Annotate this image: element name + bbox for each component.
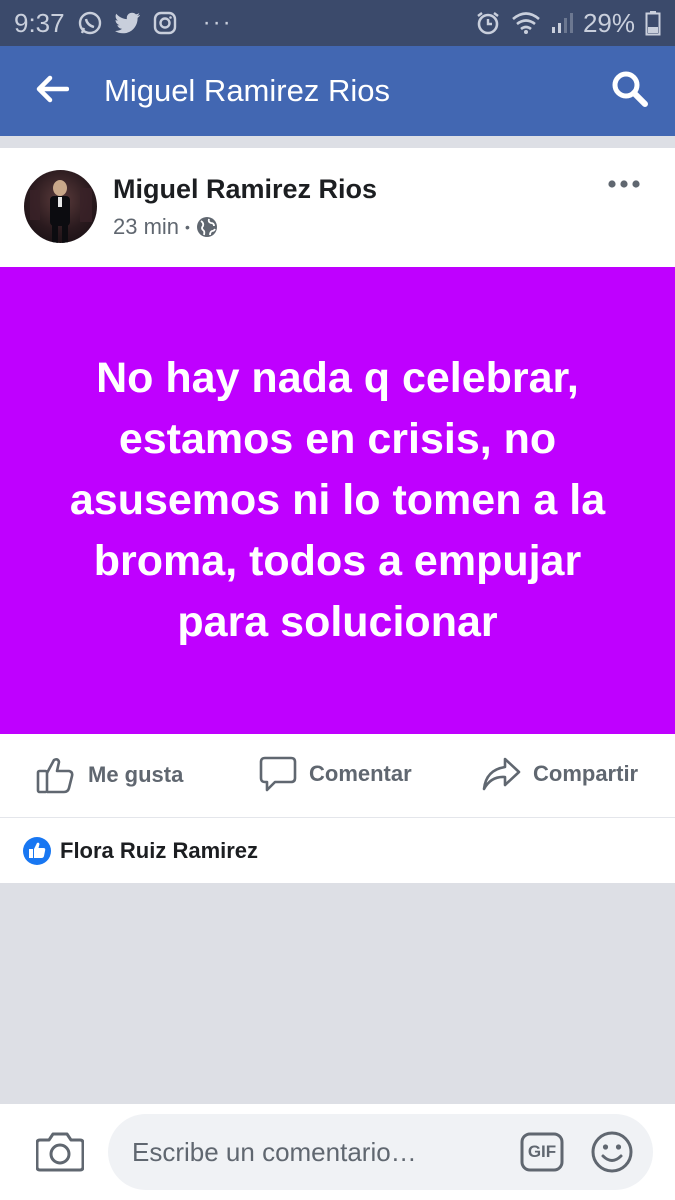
back-arrow-icon — [35, 75, 70, 108]
more-dots-icon — [607, 179, 641, 196]
author-name[interactable]: Miguel Ramirez Rios — [113, 174, 377, 205]
status-time: 9:37 — [14, 7, 65, 38]
app-bar: Miguel Ramirez Rios — [0, 46, 675, 136]
search-button[interactable] — [585, 46, 675, 136]
like-button[interactable]: Me gusta — [36, 756, 183, 794]
alarm-icon — [475, 10, 501, 36]
camera-button[interactable] — [36, 1130, 84, 1177]
share-button[interactable]: Compartir — [481, 756, 638, 792]
post-header: Miguel Ramirez Rios 23 min • — [0, 148, 675, 266]
emoji-icon — [590, 1130, 634, 1174]
gif-icon: GIF — [520, 1132, 564, 1172]
battery-percent: 29% — [582, 7, 635, 38]
whatsapp-icon — [77, 10, 103, 36]
more-options-button[interactable] — [607, 176, 641, 192]
post-text: No hay nada q celebrar, estamos en crisi… — [69, 354, 606, 646]
post-card: Miguel Ramirez Rios 23 min • No hay nada… — [0, 148, 675, 883]
post-actions: Me gusta Comentar Compartir — [0, 734, 675, 818]
back-button[interactable] — [0, 46, 104, 136]
share-label: Compartir — [533, 761, 639, 786]
meta-separator: • — [185, 219, 190, 235]
signal-icon — [551, 12, 573, 34]
like-label: Me gusta — [88, 762, 184, 787]
battery-icon — [645, 10, 661, 36]
comment-input-box[interactable]: GIF — [108, 1114, 653, 1190]
camera-icon — [36, 1130, 84, 1172]
globe-icon — [196, 216, 218, 238]
comment-input[interactable] — [132, 1136, 502, 1168]
status-bar: 9:37 ··· 29% — [0, 0, 675, 46]
comment-label: Comentar — [309, 761, 412, 786]
search-icon — [610, 69, 650, 114]
post-time[interactable]: 23 min — [113, 214, 179, 240]
thumbs-up-icon — [36, 756, 76, 794]
gif-label: GIF — [527, 1142, 557, 1161]
emoji-button[interactable] — [590, 1130, 634, 1179]
share-icon — [481, 756, 521, 792]
post-body: No hay nada q celebrar, estamos en crisi… — [0, 267, 675, 734]
status-more-dots: ··· — [202, 9, 233, 36]
comment-composer: GIF — [0, 1104, 675, 1200]
comment-icon — [259, 756, 297, 792]
twitter-icon — [114, 12, 141, 34]
reactions-row[interactable]: Flora Ruiz Ramirez — [0, 819, 675, 883]
gif-button[interactable]: GIF — [520, 1132, 564, 1177]
avatar[interactable] — [24, 170, 97, 243]
page-title: Miguel Ramirez Rios — [104, 73, 390, 108]
wifi-icon — [511, 11, 541, 35]
instagram-icon — [153, 11, 177, 35]
comment-button[interactable]: Comentar — [259, 756, 412, 792]
like-reaction-icon — [22, 836, 52, 866]
post-meta: 23 min • — [113, 214, 218, 240]
liker-name[interactable]: Flora Ruiz Ramirez — [60, 838, 258, 864]
